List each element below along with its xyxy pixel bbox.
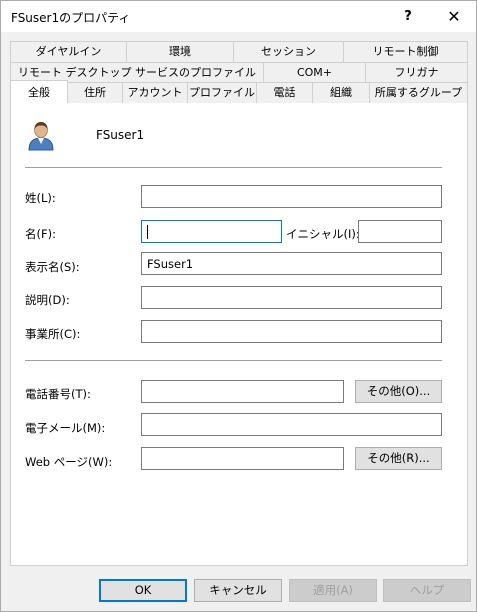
user-display-name: FSuser1 — [96, 128, 145, 142]
tab-remote-control[interactable]: リモート制御 — [343, 41, 468, 62]
initials-field[interactable] — [358, 220, 442, 243]
tab-row-2: リモート デスクトップ サービスのプロファイル COM+ フリガナ — [10, 62, 468, 83]
cancel-button[interactable]: キャンセル — [194, 579, 282, 602]
last-name-field[interactable] — [141, 185, 442, 208]
display-name-field[interactable] — [141, 252, 442, 275]
help-title-button[interactable]: ? — [386, 1, 430, 32]
tab-session[interactable]: セッション — [233, 41, 344, 62]
tab-telephones[interactable]: 電話 — [256, 82, 313, 103]
tab-furigana[interactable]: フリガナ — [365, 62, 468, 83]
tab-address[interactable]: 住所 — [67, 82, 123, 103]
phone-field[interactable] — [141, 380, 344, 403]
tab-com-plus[interactable]: COM+ — [263, 62, 366, 83]
phone-label: 電話番号(T): — [25, 387, 91, 401]
tab-row-1: ダイヤルイン 環境 セッション リモート制御 — [10, 41, 468, 62]
description-field[interactable] — [141, 286, 442, 309]
display-name-label: 表示名(S): — [25, 260, 80, 274]
email-label: 電子メール(M): — [25, 421, 106, 435]
web-page-field[interactable] — [141, 447, 344, 470]
web-page-label: Web ページ(W): — [25, 455, 113, 469]
tab-row-3: 全般 住所 アカウント プロファイル 電話 組織 所属するグループ — [10, 80, 468, 103]
first-name-label: 名(F): — [25, 227, 56, 241]
separator-top — [25, 167, 442, 168]
tab-profile[interactable]: プロファイル — [187, 82, 257, 103]
email-field[interactable] — [141, 413, 442, 436]
close-button[interactable]: ✕ — [432, 1, 476, 32]
initials-label: イニシャル(I): — [286, 227, 360, 241]
last-name-label: 姓(L): — [25, 191, 56, 205]
title-bar: FSuser1のプロパティ ? ✕ — [1, 1, 476, 32]
help-button[interactable]: ヘルプ — [383, 579, 471, 602]
ok-button[interactable]: OK — [99, 579, 187, 602]
tab-environment[interactable]: 環境 — [126, 41, 234, 62]
tab-dial-in[interactable]: ダイヤルイン — [10, 41, 127, 62]
separator-bottom — [25, 360, 442, 361]
description-label: 説明(D): — [25, 293, 70, 307]
phone-other-button[interactable]: その他(O)... — [355, 380, 442, 403]
office-label: 事業所(C): — [25, 327, 81, 341]
web-other-button[interactable]: その他(R)... — [355, 447, 442, 470]
text-caret — [147, 225, 148, 239]
apply-button[interactable]: 適用(A) — [289, 579, 377, 602]
tab-member-of[interactable]: 所属するグループ — [369, 82, 468, 103]
office-field[interactable] — [141, 320, 442, 343]
tab-general[interactable]: 全般 — [10, 80, 68, 103]
tab-organization[interactable]: 組織 — [312, 82, 370, 103]
user-icon — [26, 119, 56, 151]
tab-account[interactable]: アカウント — [122, 82, 188, 103]
properties-dialog: FSuser1のプロパティ ? ✕ ダイヤルイン 環境 セッション リモート制御… — [0, 0, 477, 612]
window-title: FSuser1のプロパティ — [11, 11, 131, 25]
first-name-field[interactable] — [141, 220, 282, 243]
